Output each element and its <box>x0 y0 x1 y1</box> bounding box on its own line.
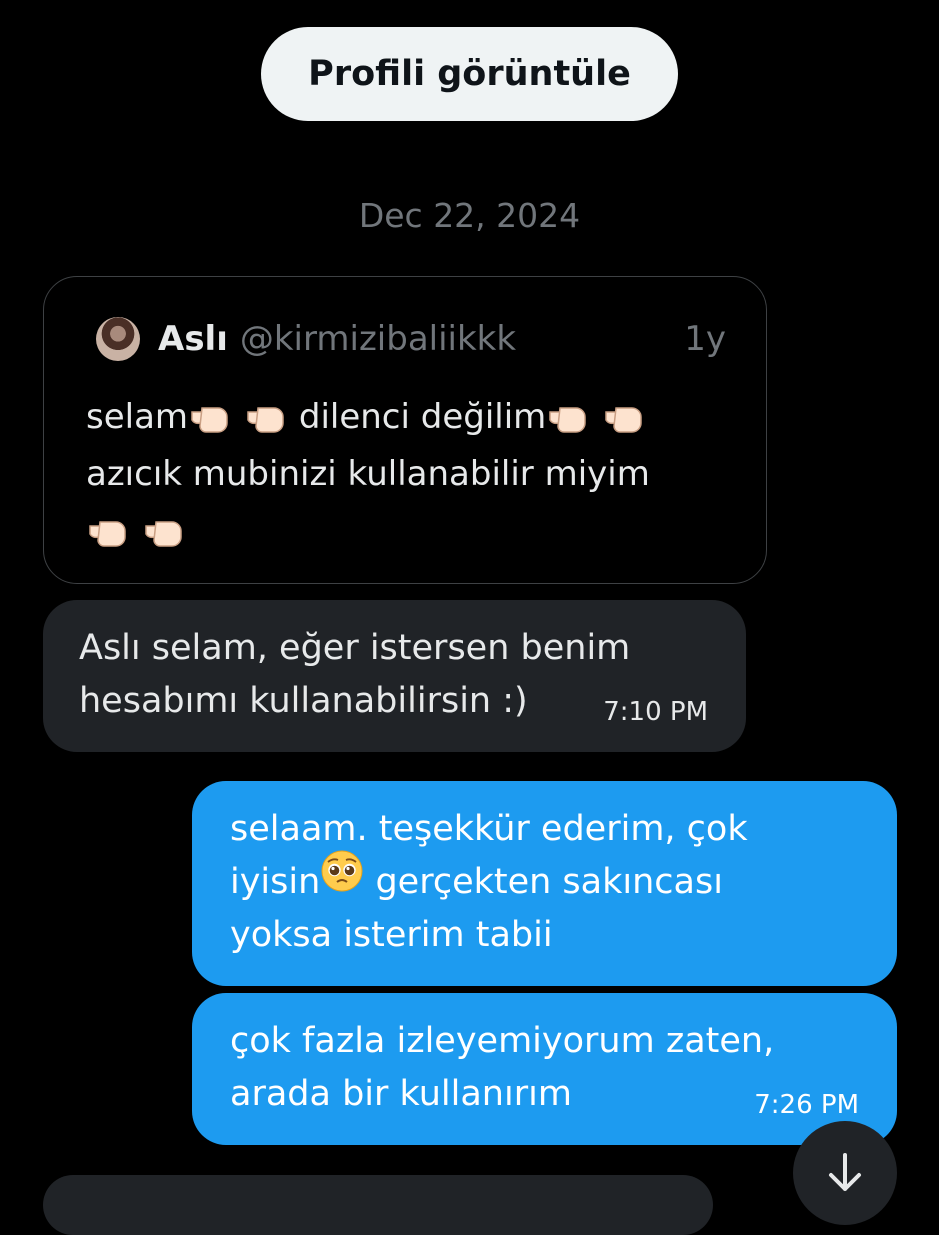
quoted-post-text: selam dilenci değilim azıcık mubinizi kul… <box>86 389 746 560</box>
pointing-hands-icon <box>546 394 646 438</box>
arrow-down-icon <box>829 1153 861 1191</box>
message-bubble-incoming[interactable] <box>43 1175 713 1235</box>
message-timestamp: 7:26 PM <box>754 1090 859 1120</box>
quoted-post-time: 1y <box>684 319 726 359</box>
scroll-to-bottom-button[interactable] <box>793 1121 897 1225</box>
message-timestamp: 7:10 PM <box>603 697 708 727</box>
quoted-post-text-part: dilenci değilim <box>298 397 547 437</box>
message-bubble-outgoing[interactable]: selaam. teşekkür ederim, çok iyisin gerç… <box>192 781 897 986</box>
quoted-post-text-part: selam <box>86 397 189 437</box>
message-text-line-with-emoji: iyisin gerçekten sakıncası <box>230 850 857 909</box>
quoted-post-author-handle: @kirmizibaliikkk <box>239 319 517 359</box>
message-text-fragment: gerçekten sakıncası <box>375 862 723 902</box>
quoted-post-author-name: Aslı <box>158 319 228 359</box>
message-text-line: çok fazla izleyemiyorum zaten, <box>230 1021 775 1061</box>
date-separator: Dec 22, 2024 <box>358 196 581 235</box>
pointing-hands-icon <box>188 394 288 438</box>
message-bubble-incoming[interactable]: Aslı selam, eğer istersen benim hesabımı… <box>43 600 746 752</box>
quoted-post-header: Aslı @kirmizibaliikkk 1y <box>158 315 726 363</box>
message-text-line: Aslı selam, eğer istersen benim <box>79 628 631 668</box>
message-text-line: yoksa isterim tabii <box>230 915 553 955</box>
quoted-post-text-part: azıcık mubinizi kullanabilir miyim <box>86 454 650 494</box>
message-bubble-outgoing[interactable]: çok fazla izleyemiyorum zaten, arada bir… <box>192 993 897 1145</box>
pleading-face-icon <box>320 849 364 909</box>
pointing-hands-icon <box>86 508 186 552</box>
avatar[interactable] <box>96 317 140 361</box>
message-text-fragment: iyisin <box>230 862 321 902</box>
quoted-post-card[interactable]: Aslı @kirmizibaliikkk 1y selam dilenci d… <box>43 276 767 584</box>
view-profile-button[interactable]: Profili görüntüle <box>261 27 678 121</box>
